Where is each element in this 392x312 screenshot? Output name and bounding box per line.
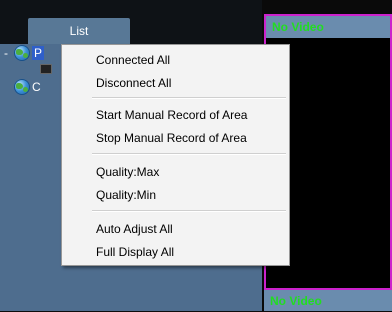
- menu-separator: [92, 153, 286, 155]
- tab-list[interactable]: List: [28, 18, 130, 44]
- menu-item-auto-adjust-all[interactable]: Auto Adjust All: [96, 219, 173, 239]
- menu-item-quality-max[interactable]: Quality:Max: [96, 162, 159, 182]
- menu-item-full-display-all[interactable]: Full Display All: [96, 242, 174, 262]
- tree-node-area-c[interactable]: C: [14, 78, 41, 96]
- tree-node-area-p[interactable]: - P: [4, 44, 45, 62]
- menu-item-disconnect-all[interactable]: Disconnect All: [96, 73, 171, 93]
- globe-icon: [14, 45, 30, 61]
- menu-item-quality-min[interactable]: Quality:Min: [96, 185, 156, 205]
- context-menu: Connected All Disconnect All Start Manua…: [61, 44, 290, 266]
- menu-item-connected-all[interactable]: Connected All: [96, 50, 170, 70]
- menu-item-stop-manual-record[interactable]: Stop Manual Record of Area: [96, 128, 247, 148]
- menu-separator: [92, 210, 286, 212]
- video-header: No Video: [266, 16, 390, 38]
- menu-item-start-manual-record[interactable]: Start Manual Record of Area: [96, 105, 247, 125]
- tab-strip: List: [0, 0, 262, 44]
- camera-icon: [40, 64, 52, 74]
- video-header: No Video: [264, 290, 392, 311]
- menu-separator: [92, 97, 286, 99]
- tree-node-label: P: [32, 46, 45, 60]
- collapse-toggle[interactable]: -: [4, 46, 14, 60]
- globe-icon: [14, 79, 30, 95]
- tree-node-label: C: [32, 80, 41, 94]
